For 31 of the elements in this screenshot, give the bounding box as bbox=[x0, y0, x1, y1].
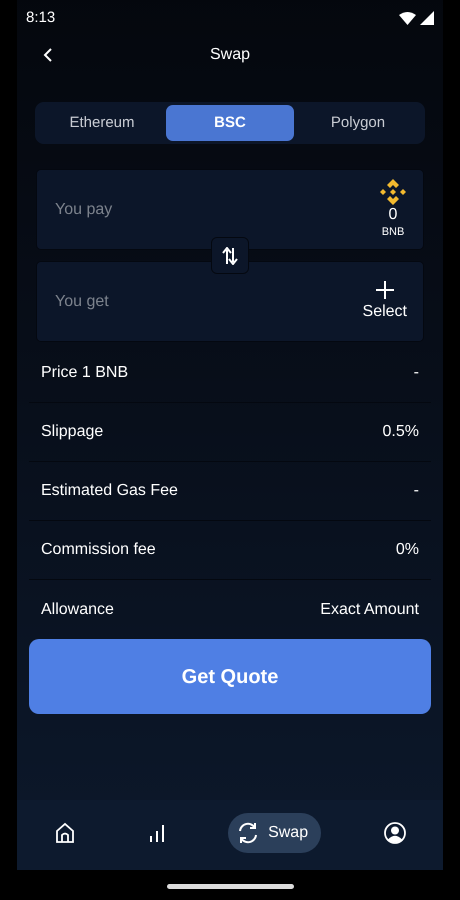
detail-value: 0.5% bbox=[382, 422, 419, 442]
detail-label: Estimated Gas Fee bbox=[41, 481, 178, 501]
network-tab[interactable]: Ethereum bbox=[38, 105, 166, 141]
status-time: 8:13 bbox=[26, 8, 56, 28]
detail-label: Slippage bbox=[41, 422, 104, 442]
select-token-button[interactable]: Select bbox=[362, 280, 407, 324]
wifi-icon bbox=[399, 12, 416, 24]
page-title: Swap bbox=[210, 45, 250, 65]
pay-input-field[interactable]: You pay bbox=[53, 196, 253, 222]
detail-label: Price 1 BNB bbox=[41, 363, 128, 383]
detail-label: Commission fee bbox=[41, 540, 156, 560]
signal-icon bbox=[420, 11, 434, 25]
get-quote-button[interactable]: Get Quote bbox=[29, 639, 431, 714]
detail-value: - bbox=[414, 363, 419, 383]
get-input-field[interactable]: You get bbox=[53, 288, 253, 314]
token-symbol: BNB bbox=[382, 225, 404, 240]
network-tab[interactable]: Polygon bbox=[294, 105, 422, 141]
detail-value: 0% bbox=[396, 540, 419, 560]
coin-icon bbox=[379, 178, 407, 206]
plus-icon bbox=[374, 280, 395, 300]
detail-value: Exact Amount bbox=[320, 600, 419, 620]
swap-direction-button[interactable] bbox=[211, 237, 249, 274]
detail-value: - bbox=[414, 481, 419, 501]
token-amount: 0 bbox=[388, 206, 398, 224]
swap-nav-button[interactable]: Swap bbox=[228, 813, 322, 853]
bar-chart-icon bbox=[148, 824, 165, 842]
profile-icon bbox=[384, 822, 406, 844]
swap-arrows-icon bbox=[222, 246, 238, 264]
detail-label: Allowance bbox=[41, 600, 114, 620]
home-icon bbox=[54, 822, 76, 844]
network-tab[interactable]: BSC bbox=[166, 105, 294, 141]
